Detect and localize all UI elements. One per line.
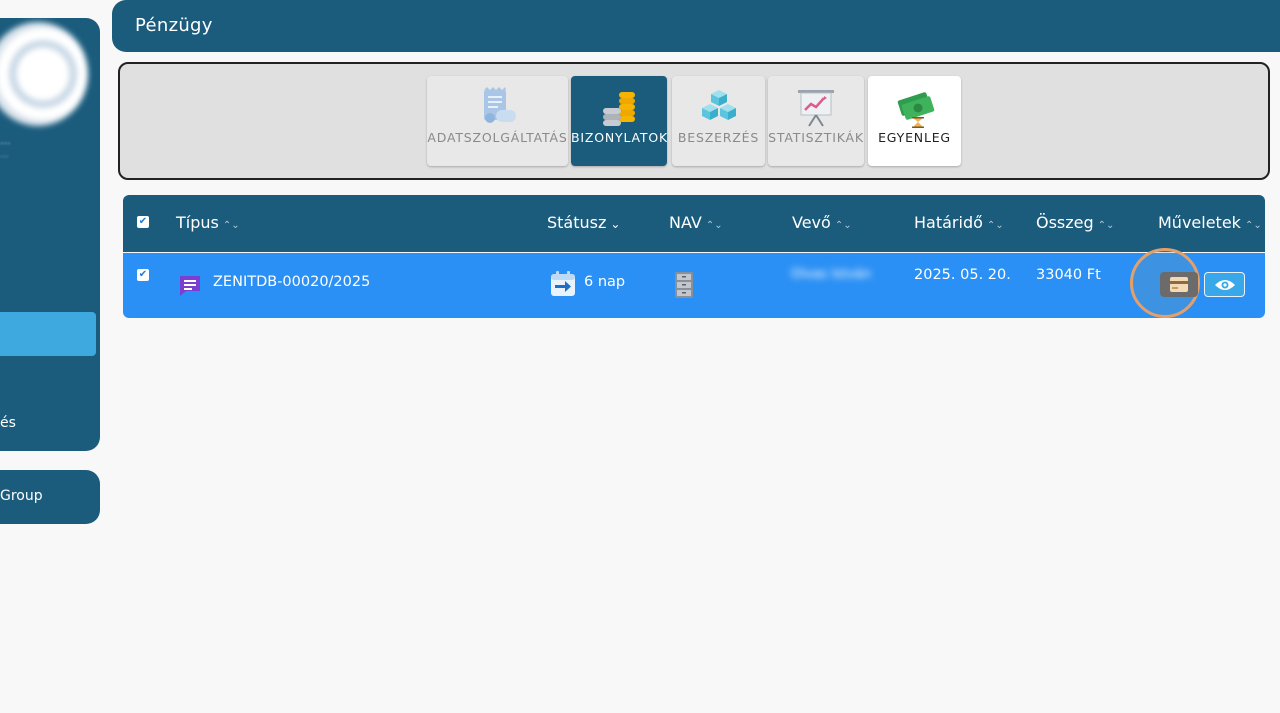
column-header-tipus[interactable]: Típus ⌃⌄ — [176, 213, 240, 232]
message-icon — [180, 276, 200, 296]
sort-icon: ⌃⌄ — [222, 220, 240, 231]
column-label: Státusz — [547, 213, 607, 232]
select-all-checkbox[interactable]: ✔ — [137, 216, 149, 228]
column-label: Műveletek — [1158, 213, 1241, 232]
money-hourglass-icon — [897, 92, 934, 128]
customer-name: Olvas István — [791, 267, 872, 282]
logo-caption-secondary: ... — [0, 150, 9, 160]
column-label: Összeg — [1036, 213, 1094, 232]
cubes-icon — [701, 90, 736, 120]
tab-bizonylatok[interactable]: BIZONYLATOK — [571, 76, 667, 166]
chevron-down-icon: ⌄ — [610, 217, 621, 231]
tab-statisztikak[interactable]: STATISZTIKÁK — [768, 76, 864, 166]
sidebar-group-label[interactable]: Group — [0, 488, 43, 504]
column-header-muveletek[interactable]: Műveletek ⌃⌄ — [1158, 213, 1262, 232]
column-header-statusz[interactable]: Státusz ⌄ — [547, 213, 620, 232]
column-header-hatarido[interactable]: Határidő ⌃⌄ — [914, 213, 1004, 232]
receipt-icon — [483, 87, 516, 123]
page-header — [112, 0, 1280, 52]
presentation-chart-icon — [798, 90, 834, 127]
table-header: ✔ Típus ⌃⌄ Státusz ⌄ NAV ⌃⌄ Vevő ⌃⌄ Határidő… — [123, 195, 1265, 252]
tab-label: ADATSZOLGÁLTATÁS — [427, 130, 568, 145]
column-header-osszeg[interactable]: Összeg ⌃⌄ — [1036, 213, 1114, 232]
logo-caption: ... — [0, 134, 11, 147]
column-label: NAV — [669, 213, 702, 232]
sidebar-item-label[interactable]: és — [0, 415, 16, 431]
deadline: 2025. 05. 20. — [914, 267, 1011, 283]
amount: 33040 Ft — [1036, 267, 1101, 283]
column-label: Határidő — [914, 213, 983, 232]
pay-button[interactable] — [1160, 272, 1198, 297]
column-header-nav[interactable]: NAV ⌃⌄ — [669, 213, 723, 232]
tab-adatszolgaltatas[interactable]: ADATSZOLGÁLTATÁS — [427, 76, 568, 166]
column-label: Típus — [176, 213, 219, 232]
row-checkbox[interactable]: ✔ — [137, 269, 149, 281]
calendar-arrow-icon — [551, 271, 575, 296]
column-label: Vevő — [792, 213, 831, 232]
tab-label: BIZONYLATOK — [571, 130, 667, 145]
document-number[interactable]: ZENITDB-00020/2025 — [213, 274, 370, 290]
column-header-vevo[interactable]: Vevő ⌃⌄ — [792, 213, 852, 232]
sidebar-item-active[interactable] — [0, 312, 96, 356]
documents-table: ✔ Típus ⌃⌄ Státusz ⌄ NAV ⌃⌄ Vevő ⌃⌄ Határidő… — [123, 195, 1265, 318]
tab-label: EGYENLEG — [878, 130, 951, 145]
coins-icon — [603, 92, 635, 126]
sort-icon: ⌃⌄ — [834, 220, 852, 231]
page-title: Pénzügy — [135, 15, 213, 36]
eye-icon — [1215, 280, 1235, 290]
tab-label: STATISZTIKÁK — [768, 130, 864, 145]
credit-card-icon — [1170, 277, 1188, 292]
sort-icon: ⌃⌄ — [705, 220, 723, 231]
view-button[interactable] — [1204, 272, 1245, 297]
status-days: 6 nap — [584, 274, 626, 290]
tab-beszerzes[interactable]: BESZERZÉS — [672, 76, 765, 166]
sort-icon: ⌃⌄ — [986, 220, 1004, 231]
tab-egyenleg[interactable]: EGYENLEG — [868, 76, 961, 166]
tab-label: BESZERZÉS — [677, 130, 760, 145]
sort-icon: ⌃⌄ — [1097, 220, 1115, 231]
table-row[interactable]: ✔ ZENITDB-00020/2025 6 nap Olvas István … — [123, 253, 1265, 318]
file-cabinet-icon — [675, 272, 693, 298]
sort-icon: ⌃⌄ — [1244, 220, 1262, 231]
